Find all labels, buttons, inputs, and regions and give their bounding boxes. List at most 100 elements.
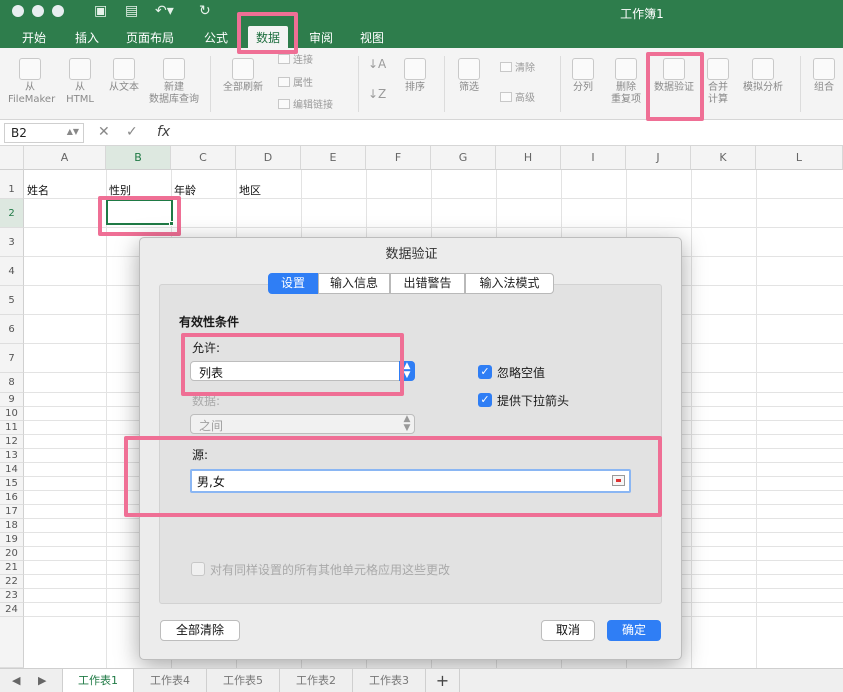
- tab-input-message[interactable]: 输入信息: [318, 273, 390, 294]
- ok-button[interactable]: 确定: [607, 620, 661, 641]
- refresh-all-label: 全部刷新: [223, 82, 263, 93]
- consolidate-button[interactable]: 合并 计算: [703, 58, 733, 106]
- tab-insert[interactable]: 插入: [75, 29, 99, 46]
- sort-ascending-button[interactable]: ↓A: [368, 58, 386, 70]
- sheet-tab-4[interactable]: 工作表4: [134, 669, 207, 692]
- from-filemaker-button[interactable]: 从 FileMaker: [8, 58, 55, 106]
- name-box[interactable]: B2 ▲▼: [4, 123, 84, 143]
- new-database-query-button[interactable]: 新建 数据库查询: [146, 58, 202, 106]
- from-html-button[interactable]: 从 HTML: [62, 58, 98, 106]
- insert-function-button[interactable]: fx: [157, 124, 170, 140]
- tab-settings[interactable]: 设置: [268, 273, 318, 294]
- next-sheet-icon[interactable]: ▶: [38, 674, 46, 687]
- redo-icon[interactable]: ↻: [199, 3, 211, 19]
- ignore-blank-checkbox[interactable]: ✓: [478, 365, 492, 379]
- text-to-columns-button[interactable]: 分列: [566, 58, 600, 94]
- column-header-h[interactable]: H: [496, 146, 561, 170]
- row-header-10[interactable]: 10: [0, 407, 24, 421]
- previous-sheet-icon[interactable]: ◀: [12, 674, 20, 687]
- row-header-9[interactable]: 9: [0, 393, 24, 407]
- column-header-d[interactable]: D: [236, 146, 301, 170]
- row-header-8[interactable]: 8: [0, 373, 24, 393]
- properties-button[interactable]: 属性: [278, 77, 313, 90]
- column-header-e[interactable]: E: [301, 146, 366, 170]
- column-header-g[interactable]: G: [431, 146, 496, 170]
- save-icon[interactable]: ▤: [125, 3, 138, 19]
- row-header-5[interactable]: 5: [0, 286, 24, 315]
- sheet-tab-1[interactable]: 工作表1: [62, 669, 134, 692]
- row-header-24[interactable]: 24: [0, 603, 24, 617]
- from-html-line2: HTML: [66, 94, 94, 105]
- row-header-21[interactable]: 21: [0, 561, 24, 575]
- add-sheet-button[interactable]: +: [426, 669, 460, 692]
- cell-a1[interactable]: 姓名: [27, 182, 49, 198]
- zoom-window-button[interactable]: [52, 5, 64, 17]
- from-text-button[interactable]: 从文本: [104, 58, 144, 94]
- sheet-tab-3[interactable]: 工作表3: [353, 669, 426, 692]
- advanced-filter-button[interactable]: 高级: [500, 92, 535, 105]
- row-header-13[interactable]: 13: [0, 449, 24, 463]
- connections-button[interactable]: 连接: [278, 54, 313, 67]
- what-if-analysis-button[interactable]: 模拟分析: [737, 58, 789, 94]
- row-header-22[interactable]: 22: [0, 575, 24, 589]
- row-header-1[interactable]: 1: [0, 170, 24, 199]
- select-all-corner[interactable]: [0, 146, 24, 170]
- close-window-button[interactable]: [12, 5, 24, 17]
- tab-page-layout[interactable]: 页面布局: [126, 29, 174, 46]
- column-header-i[interactable]: I: [561, 146, 626, 170]
- column-header-c[interactable]: C: [171, 146, 236, 170]
- tab-review[interactable]: 审阅: [309, 29, 333, 46]
- row-header-15[interactable]: 15: [0, 477, 24, 491]
- sheet-tab-5[interactable]: 工作表5: [207, 669, 280, 692]
- column-header-k[interactable]: K: [691, 146, 756, 170]
- tab-view[interactable]: 视图: [360, 29, 384, 46]
- cancel-entry-icon[interactable]: ✕: [98, 124, 110, 140]
- sort-descending-button[interactable]: ↓Z: [368, 88, 386, 100]
- remove-duplicates-button[interactable]: 删除 重复项: [606, 58, 646, 106]
- minimize-window-button[interactable]: [32, 5, 44, 17]
- filter-button[interactable]: 筛选: [452, 58, 486, 94]
- confirm-entry-icon[interactable]: ✓: [126, 124, 138, 140]
- column-header-l[interactable]: L: [756, 146, 843, 170]
- row-header-19[interactable]: 19: [0, 533, 24, 547]
- tab-error-alert[interactable]: 出错警告: [390, 273, 465, 294]
- clear-filter-button[interactable]: 清除: [500, 62, 535, 75]
- cancel-button[interactable]: 取消: [541, 620, 595, 641]
- row-header-3[interactable]: 3: [0, 228, 24, 257]
- dialog-title: 数据验证: [385, 247, 438, 262]
- sheet-tab-2[interactable]: 工作表2: [280, 669, 353, 692]
- row-header-16[interactable]: 16: [0, 491, 24, 505]
- column-header-j[interactable]: J: [626, 146, 691, 170]
- sort-button[interactable]: 排序: [398, 58, 432, 94]
- in-cell-dropdown-checkbox[interactable]: ✓: [478, 393, 492, 407]
- title-bar: ▣ ▤ ↶▾ ↻ 工作簿1: [0, 0, 843, 26]
- connections-icon: [278, 54, 290, 64]
- row-header-12[interactable]: 12: [0, 435, 24, 449]
- row-header-18[interactable]: 18: [0, 519, 24, 533]
- tab-ime-mode[interactable]: 输入法模式: [465, 273, 554, 294]
- tab-home[interactable]: 开始: [22, 29, 46, 46]
- clear-all-button[interactable]: 全部清除: [160, 620, 240, 641]
- row-header-2[interactable]: 2: [0, 199, 24, 228]
- row-header-4[interactable]: 4: [0, 257, 24, 286]
- row-header-20[interactable]: 20: [0, 547, 24, 561]
- from-html-line1: 从: [75, 82, 85, 93]
- row-header-17[interactable]: 17: [0, 505, 24, 519]
- consolidate-line2: 计算: [708, 94, 728, 105]
- undo-icon[interactable]: ↶▾: [155, 3, 174, 19]
- refresh-all-button[interactable]: 全部刷新: [218, 58, 268, 94]
- column-header-a[interactable]: A: [24, 146, 106, 170]
- new-db-query-line2: 数据库查询: [149, 94, 199, 105]
- tab-formulas[interactable]: 公式: [204, 29, 228, 46]
- edit-links-button[interactable]: 编辑链接: [278, 99, 333, 112]
- row-header-7[interactable]: 7: [0, 344, 24, 373]
- row-header-23[interactable]: 23: [0, 589, 24, 603]
- row-header-11[interactable]: 11: [0, 421, 24, 435]
- sidebar-toggle-icon[interactable]: ▣: [94, 3, 107, 19]
- column-header-b[interactable]: B: [106, 146, 171, 170]
- row-header-14[interactable]: 14: [0, 463, 24, 477]
- group-button[interactable]: 组合: [808, 58, 840, 94]
- cell-d1[interactable]: 地区: [239, 182, 261, 198]
- row-header-6[interactable]: 6: [0, 315, 24, 344]
- column-header-f[interactable]: F: [366, 146, 431, 170]
